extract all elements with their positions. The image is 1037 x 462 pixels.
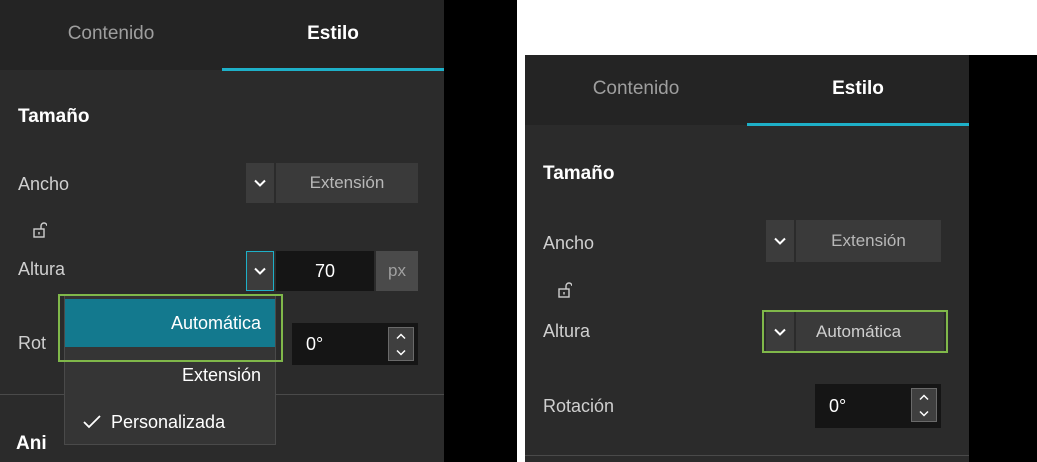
lock-open-icon[interactable] bbox=[33, 222, 47, 238]
width-mode-dropdown[interactable] bbox=[766, 220, 794, 262]
chevron-down-icon bbox=[254, 267, 266, 275]
width-label: Ancho bbox=[18, 174, 70, 194]
width-mode-dropdown[interactable] bbox=[246, 163, 274, 203]
tab-bar: Contenido Estilo bbox=[525, 55, 969, 126]
menu-item-label: Personalizada bbox=[111, 411, 226, 432]
menu-item-personalizada[interactable]: Personalizada bbox=[65, 400, 275, 444]
tab-contenido[interactable]: Contenido bbox=[525, 55, 747, 123]
properties-panel-right: Contenido Estilo Tamaño Ancho Extensión … bbox=[525, 55, 969, 462]
tab-estilo[interactable]: Estilo bbox=[747, 55, 969, 123]
checkmark-icon bbox=[83, 415, 101, 429]
spin-up-icon[interactable] bbox=[912, 389, 936, 405]
spin-up-icon[interactable] bbox=[389, 328, 413, 344]
rotation-label: Rotación bbox=[543, 396, 615, 416]
width-value-field[interactable]: Extensión bbox=[276, 163, 418, 203]
active-tab-indicator bbox=[747, 123, 969, 126]
rotation-spinner[interactable] bbox=[388, 327, 414, 361]
section-title-animation: Ani bbox=[16, 433, 47, 454]
width-value-field[interactable]: Extensión bbox=[796, 220, 941, 262]
highlight-box bbox=[58, 294, 283, 362]
section-title-size: Tamaño bbox=[543, 163, 615, 184]
active-tab-indicator bbox=[222, 68, 444, 71]
height-value-input[interactable]: 70 bbox=[276, 251, 374, 291]
properties-panel-left: Contenido Estilo Tamaño Ancho Extensión … bbox=[0, 0, 444, 462]
tab-contenido[interactable]: Contenido bbox=[0, 0, 222, 68]
lock-open-icon[interactable] bbox=[558, 282, 572, 298]
background-strip bbox=[444, 0, 517, 462]
spin-down-icon[interactable] bbox=[912, 405, 936, 421]
section-divider bbox=[525, 455, 969, 456]
section-title-size: Tamaño bbox=[18, 106, 90, 127]
spin-down-icon[interactable] bbox=[389, 344, 413, 360]
height-mode-dropdown[interactable] bbox=[246, 251, 274, 291]
chevron-down-icon bbox=[774, 237, 786, 245]
width-label: Ancho bbox=[543, 233, 595, 253]
height-label: Altura bbox=[18, 259, 66, 279]
height-unit[interactable]: px bbox=[376, 251, 418, 291]
rotation-label-partial: Rot bbox=[18, 333, 47, 353]
tab-estilo[interactable]: Estilo bbox=[222, 0, 444, 68]
highlight-box bbox=[762, 310, 948, 353]
chevron-down-icon bbox=[254, 179, 266, 187]
height-label: Altura bbox=[543, 321, 591, 341]
background-strip bbox=[969, 55, 1037, 462]
tab-bar: Contenido Estilo bbox=[0, 0, 444, 71]
rotation-spinner[interactable] bbox=[911, 388, 937, 422]
